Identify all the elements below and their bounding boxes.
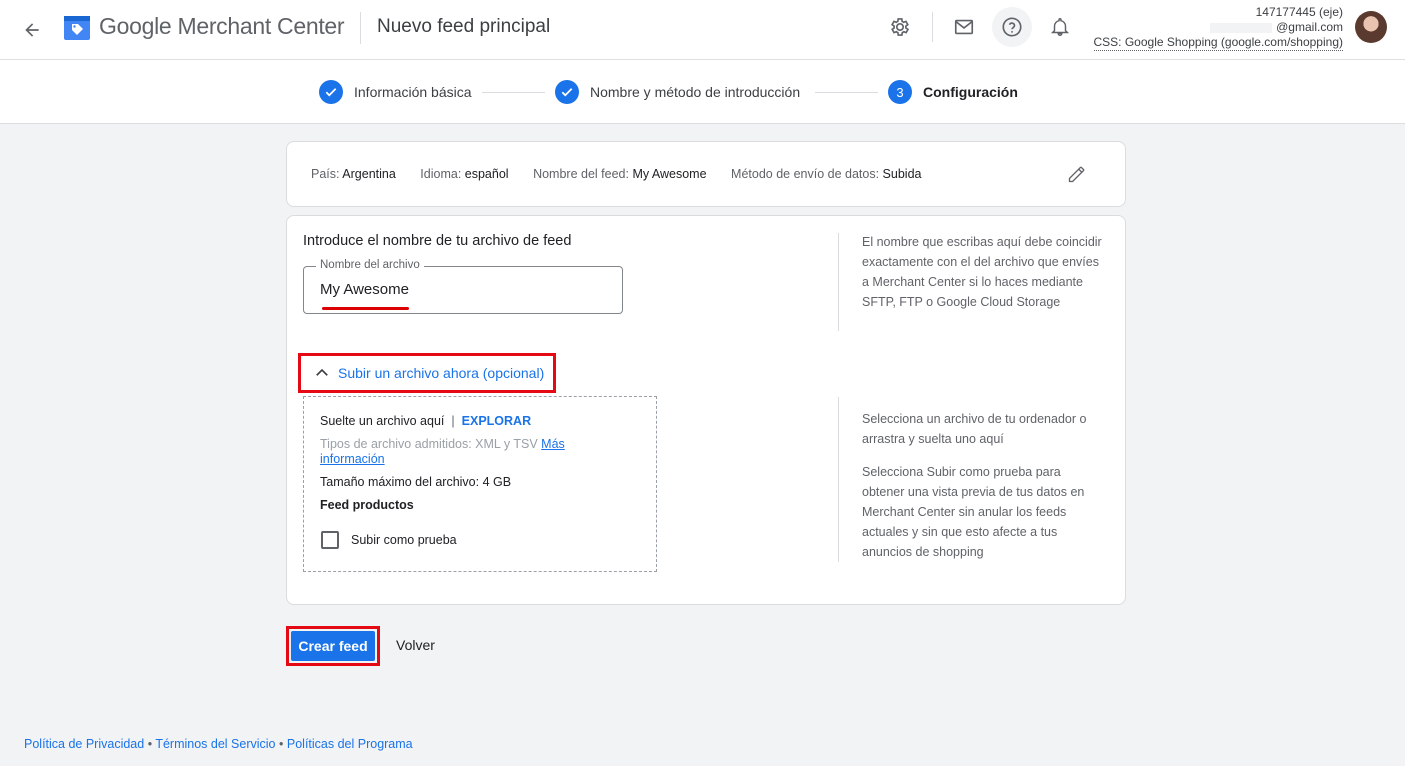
help-icon[interactable] [992, 7, 1032, 47]
back-button[interactable]: Volver [396, 637, 435, 653]
header-divider [360, 12, 361, 44]
filename-label: Nombre del archivo [316, 259, 424, 271]
step-nombre-metodo: Nombre y método de introducción [555, 80, 800, 104]
brand-google: Google [99, 13, 172, 39]
summary-method: Método de envío de datos: Subida [731, 167, 921, 181]
avatar[interactable] [1355, 11, 1387, 43]
terms-of-service-link[interactable]: Términos del Servicio [155, 737, 275, 751]
red-underline-annotation [322, 307, 409, 310]
column-divider [838, 397, 839, 562]
create-feed-highlight: Crear feed [286, 626, 380, 666]
feed-type-label: Feed productos [320, 498, 414, 512]
footer-links: Política de Privacidad • Términos del Se… [24, 737, 413, 751]
step-informacion-basica: Información básica [319, 80, 472, 104]
file-types-text: Tipos de archivo admitidos: XML y TSV [320, 437, 538, 451]
account-email-domain: @gmail.com [1276, 20, 1343, 34]
upload-now-toggle[interactable]: Subir un archivo ahora (opcional) [298, 353, 556, 393]
footer-separator: • [279, 737, 284, 751]
upload-help-text-1: Selecciona un archivo de tu ordenador o … [862, 412, 1087, 446]
column-divider [838, 233, 839, 331]
step-configuracion: 3 Configuración [888, 80, 1018, 104]
step-label: Nombre y método de introducción [590, 84, 801, 100]
header-icon-divider [932, 12, 933, 42]
summary-language-value: español [464, 167, 509, 181]
upload-help-text-2: Selecciona Subir como prueba para obtene… [862, 465, 1085, 559]
account-css: CSS: Google Shopping (google.com/shoppin… [1093, 35, 1343, 51]
chevron-up-icon [316, 368, 328, 376]
test-upload-checkbox-row[interactable]: Subir como prueba [321, 531, 457, 549]
step-label: Configuración [923, 84, 1018, 100]
back-arrow-icon[interactable] [16, 14, 48, 46]
check-circle-icon [319, 80, 343, 104]
summary-row: País: Argentina Idioma: español Nombre d… [311, 167, 942, 181]
drop-text: Suelte un archivo aquí [320, 414, 445, 428]
summary-feed-name: Nombre del feed: My Awesome [533, 167, 706, 181]
progress-stepper: Información básica Nombre y método de in… [0, 60, 1405, 124]
brand-product: Merchant Center [177, 13, 345, 39]
check-circle-icon [555, 80, 579, 104]
filename-input[interactable] [320, 281, 600, 298]
page-title: Nuevo feed principal [377, 16, 551, 37]
dropzone-instructions: Suelte un archivo aquí | EXPLORAR [320, 414, 531, 428]
account-id: 147177445 (eje) [1255, 5, 1343, 19]
summary-country-label: País: [311, 167, 340, 181]
file-types-info: Tipos de archivo admitidos: XML y TSV Má… [320, 437, 600, 467]
section-title: Introduce el nombre de tu archivo de fee… [303, 233, 572, 249]
summary-country-value: Argentina [342, 167, 396, 181]
step-label: Información básica [354, 84, 472, 100]
filename-help-text: El nombre que escribas aquí debe coincid… [862, 235, 1102, 309]
settings-gear-icon[interactable] [880, 7, 920, 47]
mail-icon[interactable] [944, 7, 984, 47]
test-upload-checkbox[interactable] [321, 531, 339, 549]
test-upload-label: Subir como prueba [351, 533, 457, 547]
footer-separator: • [147, 737, 153, 751]
summary-feed-name-value: My Awesome [632, 167, 707, 181]
summary-language-label: Idioma: [420, 167, 462, 181]
privacy-policy-link[interactable]: Política de Privacidad [24, 737, 144, 751]
upload-now-label: Subir un archivo ahora (opcional) [338, 365, 545, 381]
edit-pencil-icon[interactable] [1065, 162, 1089, 186]
summary-country: País: Argentina [311, 167, 396, 181]
program-policies-link[interactable]: Políticas del Programa [287, 737, 413, 751]
product-name: Google Merchant Center [99, 13, 345, 40]
feed-summary-card: País: Argentina Idioma: español Nombre d… [286, 141, 1126, 207]
summary-method-value: Subida [882, 167, 922, 181]
account-info[interactable]: 147177445 (eje) @gmail.com CSS: Google S… [1093, 5, 1343, 51]
file-dropzone[interactable]: Suelte un archivo aquí | EXPLORAR Tipos de… [303, 396, 657, 572]
account-email: @gmail.com [1094, 20, 1343, 35]
feed-config-card: Introduce el nombre de tu archivo de fee… [286, 215, 1126, 605]
top-app-bar: Google Merchant Center Nuevo feed princi… [0, 0, 1405, 60]
filename-field[interactable]: Nombre del archivo [303, 259, 623, 314]
browse-button[interactable]: EXPLORAR [462, 414, 531, 428]
summary-method-label: Método de envío de datos: [731, 167, 880, 181]
step-number: 3 [888, 80, 912, 104]
create-feed-button[interactable]: Crear feed [291, 631, 375, 661]
summary-feed-name-label: Nombre del feed: [533, 167, 629, 181]
separator: | [451, 414, 455, 428]
step-connector [815, 92, 878, 93]
notifications-bell-icon[interactable] [1040, 7, 1080, 47]
summary-language: Idioma: español [420, 167, 508, 181]
merchant-center-logo-icon [63, 13, 91, 41]
masked-email-prefix [1210, 22, 1273, 33]
max-size-text: Tamaño máximo del archivo: 4 GB [320, 475, 512, 489]
step-connector [482, 92, 545, 93]
